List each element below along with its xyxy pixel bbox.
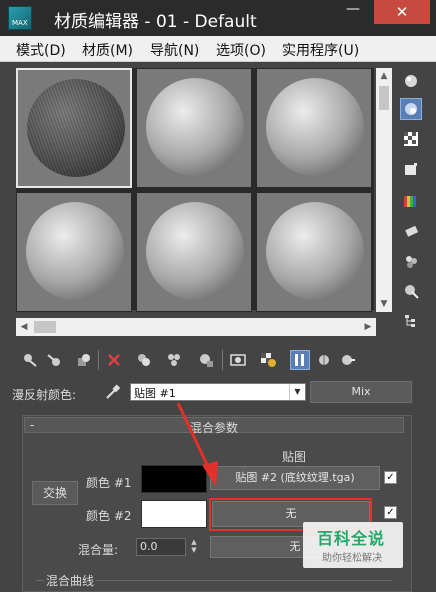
diffuse-color-label: 漫反射颜色: [12,388,77,402]
color2-swatch[interactable] [141,500,207,528]
mix-curve-label: 混合曲线 [44,572,97,589]
show-shaded-in-viewport-icon[interactable] [258,350,278,370]
annotation-arrow-icon [176,402,218,487]
go-forward-to-sibling-icon[interactable] [338,350,358,370]
watermark-sub-text: 助你轻松解决 [322,553,382,564]
menu-options[interactable]: 选项(O) [216,40,266,60]
toolbar-separator [98,350,99,370]
sample-slot-5[interactable] [136,192,252,312]
uv-tiling-icon[interactable] [400,158,422,180]
menu-material[interactable]: 材质(M) [82,40,133,60]
assign-to-selection-icon[interactable] [74,350,94,370]
sample-slot-3[interactable] [256,68,372,188]
menu-navigation[interactable]: 导航(N) [150,40,199,60]
material-map-navigator-icon[interactable] [400,310,422,332]
background-checker-icon[interactable] [400,128,422,150]
swap-button[interactable]: 交换 [32,481,78,505]
copy-material-icon[interactable] [134,350,154,370]
sample-sphere [266,78,364,176]
scroll-thumb[interactable] [379,86,389,110]
rollout-collapse-icon[interactable]: - [30,418,34,432]
sample-slot-6[interactable] [256,192,372,312]
toolbar-separator [222,350,223,370]
go-to-parent-icon[interactable] [314,350,334,370]
color1-map-checkbox[interactable]: ✓ [384,471,397,484]
put-to-library-icon[interactable] [196,350,216,370]
put-to-scene-icon[interactable] [44,350,64,370]
close-button[interactable]: ✕ [374,0,430,24]
material-editor-window: MAX 材质编辑器 - 01 - Default — ✕ 模式(D) 材质(M)… [0,0,436,592]
chevron-down-icon[interactable]: ▼ [289,384,305,400]
options-icon[interactable] [400,250,422,272]
slots-vertical-scrollbar[interactable]: ▲ ▼ [376,68,392,312]
scroll-left-icon[interactable]: ◀ [16,318,32,336]
make-unique-icon[interactable] [164,350,184,370]
mix-amount-spinner-icon[interactable]: ▲ ▼ [188,538,200,556]
scroll-thumb[interactable] [34,321,56,333]
show-end-result-icon[interactable] [290,350,310,370]
sample-type-sphere-icon[interactable] [400,70,422,92]
sample-slots [16,68,374,312]
sample-sphere [27,79,125,177]
menu-mode[interactable]: 模式(D) [16,40,66,60]
minimize-button[interactable]: — [336,0,370,24]
map-type-button[interactable]: Mix [310,381,412,403]
select-by-material-icon[interactable] [400,280,422,302]
menu-utilities[interactable]: 实用程序(U) [282,40,359,60]
sample-slot-4[interactable] [16,192,132,312]
backlight-icon[interactable] [400,98,422,120]
mix-amount-input[interactable]: 0.0 [136,538,186,556]
color1-map-button[interactable]: 贴图 #2 (底纹纹理.tga) [210,466,380,490]
scroll-right-icon[interactable]: ▶ [360,318,376,336]
color2-map-checkbox[interactable]: ✓ [384,506,397,519]
color2-label: 颜色 #2 [86,509,132,523]
reset-map-icon[interactable] [104,350,124,370]
color1-label: 颜色 #1 [86,476,132,490]
sample-slot-2[interactable] [136,68,252,188]
scroll-up-icon[interactable]: ▲ [376,68,392,84]
scroll-down-icon[interactable]: ▼ [376,296,392,312]
title-bar[interactable]: MAX 材质编辑器 - 01 - Default — ✕ [0,0,436,36]
sample-sphere [146,78,244,176]
map-column-header: 贴图 [282,450,307,464]
make-preview-icon[interactable] [400,220,422,242]
window-title: 材质编辑器 - 01 - Default [54,12,257,32]
sample-sphere [26,202,124,300]
mix-amount-label: 混合量: [78,543,119,557]
menu-bar: 模式(D) 材质(M) 导航(N) 选项(O) 实用程序(U) [0,36,436,62]
sample-sphere [146,202,244,300]
video-color-check-icon[interactable] [400,190,422,212]
material-id-channel-icon[interactable] [228,350,248,370]
watermark-main-text: 百科全说 [317,529,386,548]
eyedropper-icon[interactable] [104,383,122,401]
app-logo-text: MAX [12,19,28,27]
slots-horizontal-scrollbar[interactable]: ◀ ▶ [16,318,376,336]
sample-sphere [266,202,364,300]
get-material-icon[interactable] [20,350,40,370]
sample-slot-1[interactable] [16,68,132,188]
app-logo-icon: MAX [8,6,32,30]
